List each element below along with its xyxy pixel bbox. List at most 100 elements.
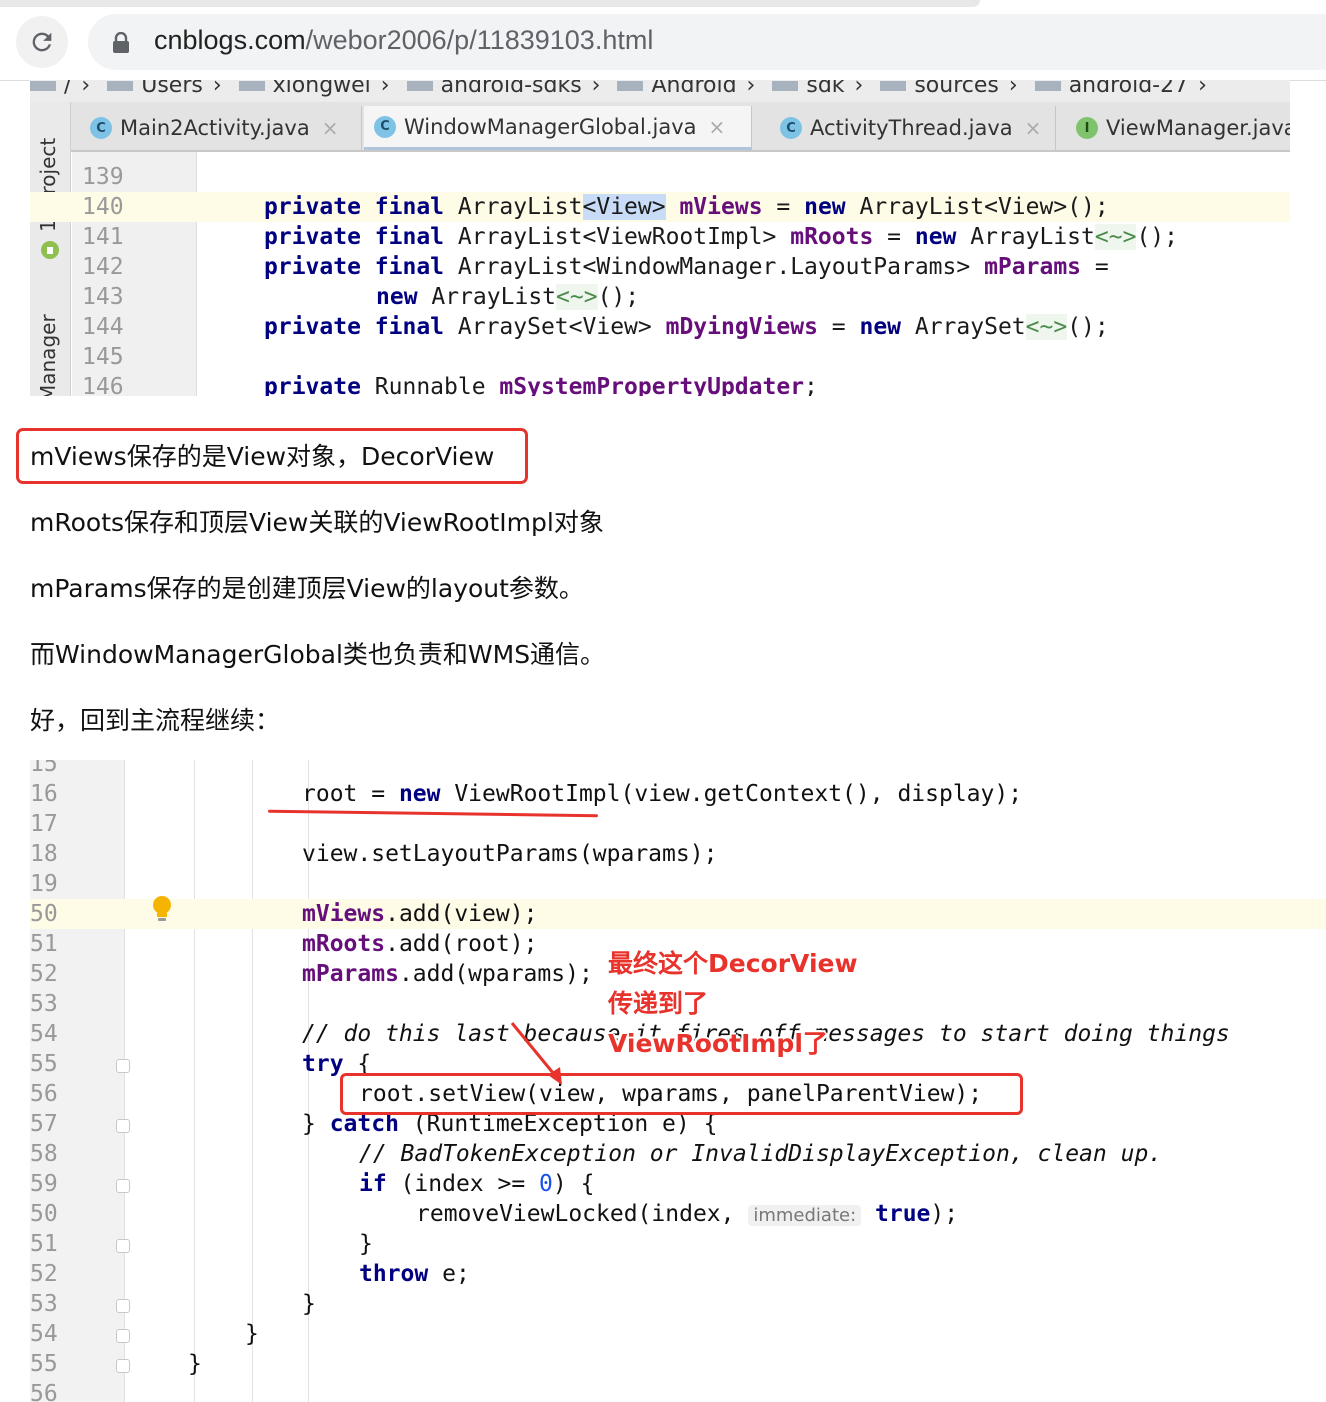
line-number: 59 [30,1171,58,1197]
code-line: 18 view.setLayoutParams(wparams); [30,839,1326,869]
tab-windowmanagerglobal[interactable]: C WindowManagerGlobal.java × [364,106,752,150]
line-number: 145 [82,344,124,370]
code-token: <View> [582,194,666,220]
breadcrumb-item[interactable]: android-27 [1069,80,1188,97]
line-number: 56 [30,1381,58,1402]
folder-icon [30,81,56,91]
reload-icon [32,32,52,52]
url-text[interactable]: cnblogs.com/webor2006/p/11839103.html [154,25,653,56]
fold-marker[interactable] [116,1359,130,1373]
tab-strip [0,0,980,7]
code-token: .add(wparams); [398,961,593,987]
code-token: private final [264,194,458,220]
code-token: <~> [1025,314,1068,340]
close-icon[interactable]: × [1025,116,1042,140]
close-icon[interactable]: × [709,115,726,139]
line-number: 50 [30,901,58,927]
code-token: mViews [302,901,386,927]
annotation-line: 最终这个DecorView [608,949,858,978]
code-line: 19 [30,869,1326,899]
tab-viewmanager[interactable]: I ViewManager.java [1066,106,1290,150]
line-number: 57 [30,1111,58,1137]
code-token: mSystemPropertyUpdater [499,374,805,396]
breadcrumb-item[interactable]: Users [141,80,203,97]
code-line: 52 throw e; [30,1259,1326,1289]
folder-icon [107,81,134,91]
code-token: } [302,1291,316,1317]
code-token: .add(root); [385,931,538,957]
code-token: mViews [679,194,763,220]
code-line: 141 private final ArrayList<ViewRootImpl>… [30,222,1290,252]
line-number: 19 [30,871,58,897]
tab-label: WindowManagerGlobal.java [404,114,697,139]
tab-main2activity[interactable]: C Main2Activity.java × [80,106,362,150]
code-token: private final [264,314,458,340]
fold-marker[interactable] [116,1329,130,1343]
code-token: ArrayList [956,224,1095,250]
code-token: = [873,224,915,250]
code-line: 58 // BadTokenException or InvalidDisplay… [30,1139,1326,1169]
code-line: 56 [30,1379,1326,1402]
line-number: 54 [30,1021,58,1047]
breadcrumb-item[interactable]: Android [651,80,736,97]
line-number: 53 [30,991,58,1017]
line-number: 54 [30,1321,58,1347]
line-number: 51 [30,931,58,957]
fold-marker[interactable] [116,1239,130,1253]
code-editor[interactable]: 139 140 private final ArrayList<View> mVi… [30,152,1290,396]
line-number: 53 [30,1291,58,1317]
code-line: 53} [30,1289,1326,1319]
code-line: 142 private final ArrayList<WindowManager… [30,252,1290,282]
ide-screenshot-fields: / › Users › xiongwei › android-sdks › Androi… [30,80,1290,396]
breadcrumb-item[interactable]: / [64,80,71,97]
breadcrumb-item[interactable]: xiongwei [273,80,371,97]
code-line: 50 removeViewLocked(index, immediate: tru… [30,1199,1326,1229]
code-line: 143 new ArrayList<~>(); [30,282,1290,312]
code-token: new [859,314,902,340]
parameter-hint: immediate: [748,1205,862,1226]
line-number: 143 [82,284,124,310]
code-token: <~> [556,284,598,310]
line-number: 55 [30,1051,58,1077]
line-number: 15 [30,760,58,777]
breadcrumb-item[interactable]: android-sdks [441,80,582,97]
fold-marker[interactable] [116,1119,130,1133]
folder-icon [406,81,433,91]
close-icon[interactable]: × [322,116,339,140]
code-line: 54} [30,1319,1326,1349]
address-bar[interactable]: cnblogs.com/webor2006/p/11839103.html [88,14,1326,70]
lightbulb-icon[interactable] [150,894,174,924]
paragraph-mparams: mParams保存的是创建顶层View的layout参数。 [30,574,584,603]
breadcrumb-item[interactable]: sdk [806,80,844,97]
class-icon: C [90,117,112,139]
line-number: 56 [30,1081,58,1107]
line-number: 16 [30,781,58,807]
code-line: 140 private final ArrayList<View> mViews … [30,192,1290,222]
interface-icon: I [1076,117,1098,139]
code-token: ); [930,1201,959,1227]
code-token: mParams [984,254,1082,280]
code-token: } [245,1321,259,1347]
code-token: ArraySet [901,314,1026,340]
folder-icon [617,81,644,91]
fold-marker[interactable] [116,1059,130,1073]
tab-activitythread[interactable]: C ActivityThread.java × [770,106,1056,150]
code-line: 139 [30,162,1290,192]
url-path: /webor2006/p/11839103.html [305,25,654,55]
code-token: try [302,1051,344,1077]
line-number: 18 [30,841,58,867]
code-line: 51} [30,1229,1326,1259]
code-token: view.setLayoutParams(wparams); [302,841,718,867]
fold-marker[interactable] [116,1179,130,1193]
reload-button[interactable] [16,16,68,68]
code-line: 50 mViews.add(view); [30,899,1326,929]
code-token: removeViewLocked(index, [416,1201,749,1227]
code-token: } [302,1111,330,1137]
code-token: if [359,1171,387,1197]
fold-marker[interactable] [116,1299,130,1313]
breadcrumb-item[interactable]: sources [914,80,999,97]
paragraph-wms: 而WindowManagerGlobal类也负责和WMS通信。 [30,640,606,669]
line-number: 17 [30,811,58,837]
code-line: 15 [30,760,1326,779]
code-token: } [188,1351,202,1377]
